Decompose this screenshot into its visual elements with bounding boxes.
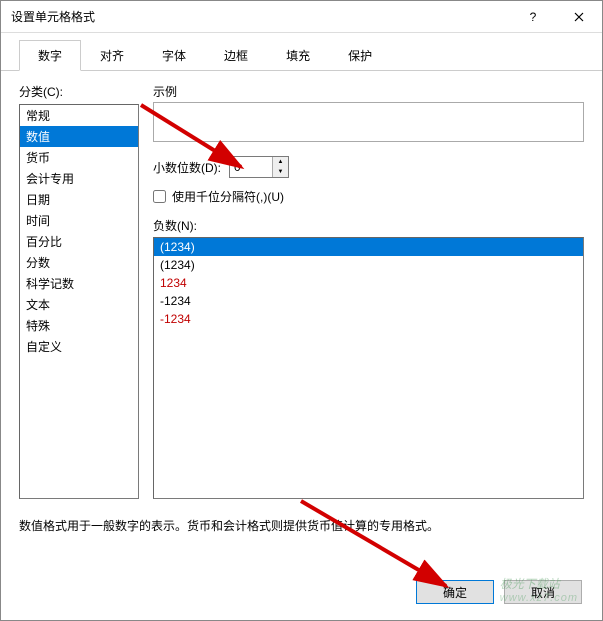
separator-label: 使用千位分隔符(,)(U): [172, 188, 284, 205]
negative-listbox[interactable]: (1234) (1234) 1234 -1234 -1234: [153, 237, 584, 499]
help-button[interactable]: ?: [510, 1, 556, 33]
decimals-label: 小数位数(D):: [153, 159, 221, 176]
description-text: 数值格式用于一般数字的表示。货币和会计格式则提供货币值计算的专用格式。: [1, 507, 602, 544]
list-item[interactable]: -1234: [154, 310, 583, 328]
negative-label: 负数(N):: [153, 217, 584, 234]
sample-label: 示例: [153, 83, 584, 100]
list-item[interactable]: 数值: [20, 126, 138, 147]
ok-button[interactable]: 确定: [416, 580, 494, 604]
spin-down-icon[interactable]: ▼: [273, 167, 288, 177]
list-item[interactable]: 自定义: [20, 336, 138, 357]
close-icon: [574, 12, 584, 22]
cancel-button[interactable]: 取消: [504, 580, 582, 604]
list-item[interactable]: (1234): [154, 238, 583, 256]
tab-alignment[interactable]: 对齐: [81, 40, 143, 71]
window-title: 设置单元格格式: [11, 8, 510, 25]
list-item[interactable]: 1234: [154, 274, 583, 292]
list-item[interactable]: 文本: [20, 294, 138, 315]
tab-number[interactable]: 数字: [19, 40, 81, 71]
spin-up-icon[interactable]: ▲: [273, 157, 288, 167]
sample-box: [153, 102, 584, 142]
list-item[interactable]: 百分比: [20, 231, 138, 252]
list-item[interactable]: 会计专用: [20, 168, 138, 189]
question-icon: ?: [530, 10, 537, 24]
list-item[interactable]: 常规: [20, 105, 138, 126]
tab-font[interactable]: 字体: [143, 40, 205, 71]
list-item[interactable]: 时间: [20, 210, 138, 231]
list-item[interactable]: 特殊: [20, 315, 138, 336]
list-item[interactable]: 科学记数: [20, 273, 138, 294]
list-item[interactable]: 货币: [20, 147, 138, 168]
decimals-spinner[interactable]: ▲ ▼: [229, 156, 289, 178]
close-button[interactable]: [556, 1, 602, 33]
tab-fill[interactable]: 填充: [267, 40, 329, 71]
list-item[interactable]: 日期: [20, 189, 138, 210]
tab-protection[interactable]: 保护: [329, 40, 391, 71]
tab-border[interactable]: 边框: [205, 40, 267, 71]
list-item[interactable]: -1234: [154, 292, 583, 310]
list-item[interactable]: (1234): [154, 256, 583, 274]
separator-checkbox[interactable]: [153, 190, 166, 203]
category-listbox[interactable]: 常规 数值 货币 会计专用 日期 时间 百分比 分数 科学记数 文本 特殊 自定…: [19, 104, 139, 499]
decimals-input[interactable]: [230, 157, 272, 177]
list-item[interactable]: 分数: [20, 252, 138, 273]
category-label: 分类(C):: [19, 83, 139, 100]
tab-strip: 数字 对齐 字体 边框 填充 保护: [1, 33, 602, 71]
